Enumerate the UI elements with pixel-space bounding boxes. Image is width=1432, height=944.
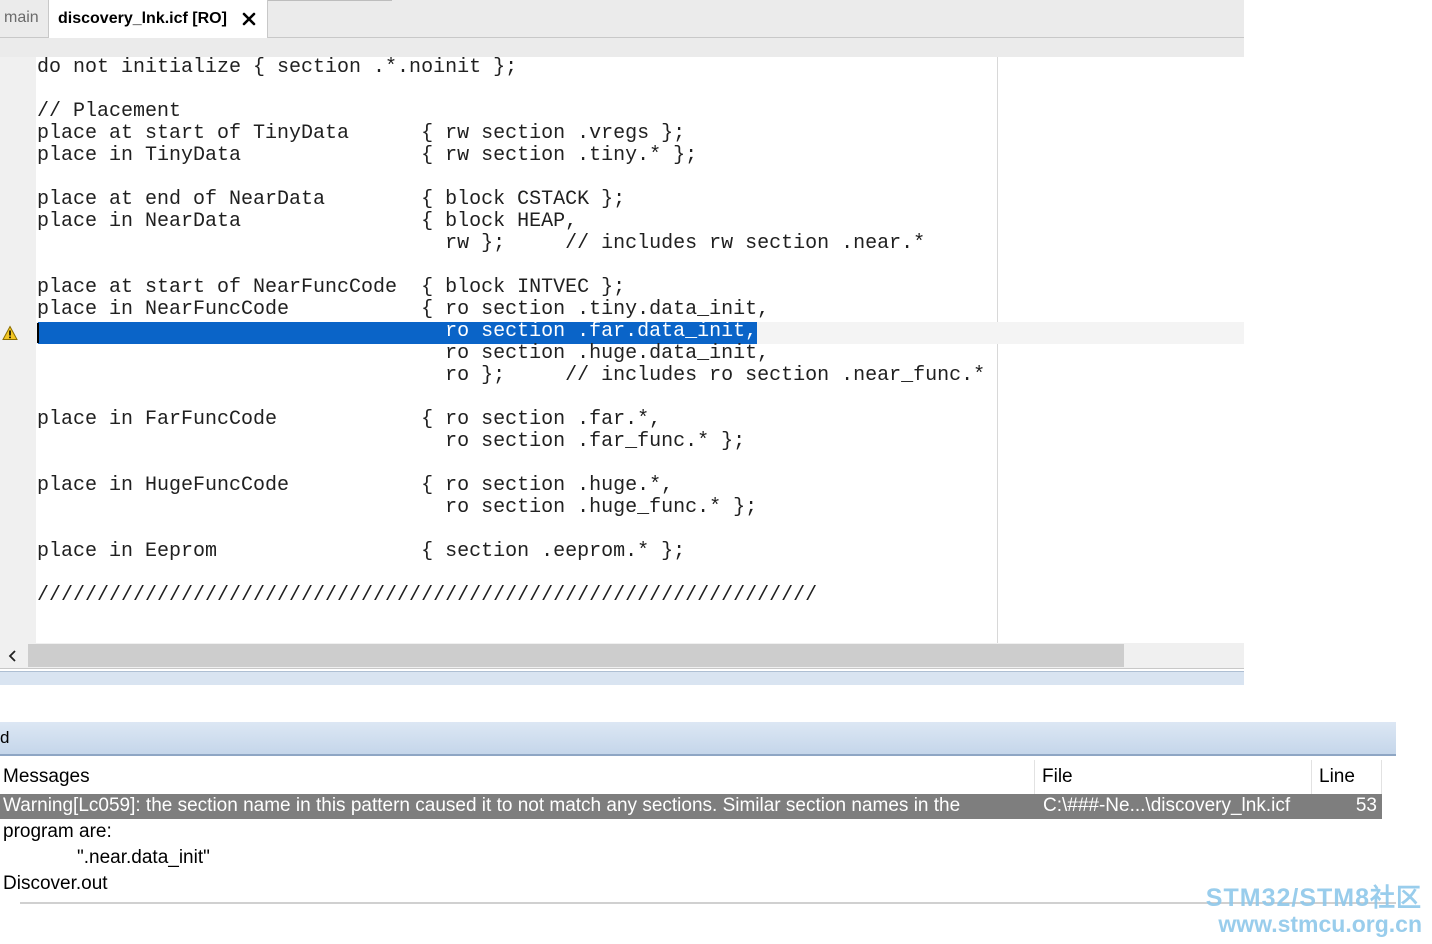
message-file: C:\###-Ne...\discovery_lnk.icf xyxy=(1043,795,1291,816)
code-line[interactable] xyxy=(37,255,985,277)
horizontal-scrollbar[interactable] xyxy=(0,643,1244,669)
code-line[interactable] xyxy=(37,167,985,189)
code-line[interactable] xyxy=(37,453,985,475)
code-line[interactable]: do not initialize { section .*.noinit }; xyxy=(37,57,985,79)
code-line[interactable] xyxy=(37,519,985,541)
panel-header: d xyxy=(0,722,1396,756)
code-line[interactable]: place at end of NearData { block CSTACK … xyxy=(37,189,985,211)
warning-icon[interactable] xyxy=(2,325,18,341)
code-line[interactable]: // Placement xyxy=(37,101,985,123)
code-line[interactable]: place in TinyData { rw section .tiny.* }… xyxy=(37,145,985,167)
code-line[interactable] xyxy=(37,79,985,101)
code-line[interactable]: rw }; // includes rw section .near.* xyxy=(37,233,985,255)
scrollbar-thumb[interactable] xyxy=(28,644,1124,667)
code-line[interactable]: place at start of TinyData { rw section … xyxy=(37,123,985,145)
code-line[interactable]: ro section .huge_func.* }; xyxy=(37,497,985,519)
messages-panel: Messages File Line Warning[Lc059]: the s… xyxy=(0,760,1396,906)
panel-title: d xyxy=(0,728,10,747)
code-line[interactable]: ro }; // includes ro section .near_func.… xyxy=(37,365,985,387)
code-line[interactable] xyxy=(37,563,985,585)
code-editor[interactable]: do not initialize { section .*.noinit };… xyxy=(0,57,1244,643)
code-line[interactable]: ////////////////////////////////////////… xyxy=(37,585,985,607)
message-line-1: Warning[Lc059]: the section name in this… xyxy=(3,795,961,816)
code-lines: do not initialize { section .*.noinit };… xyxy=(37,57,985,607)
watermark-line-1: STM32/STM8社区 xyxy=(1205,884,1422,912)
tab-main[interactable]: main xyxy=(0,0,48,37)
code-line[interactable]: place in NearFuncCode { ro section .tiny… xyxy=(37,299,985,321)
tab-discovery-lnk-icf[interactable]: discovery_lnk.icf [RO] xyxy=(48,0,268,38)
messages-table-header: Messages File Line xyxy=(0,760,1382,795)
right-margin-guide xyxy=(997,57,998,643)
watermark: STM32/STM8社区 www.stmcu.org.cn xyxy=(1206,884,1422,936)
code-line[interactable]: place in Eeprom { section .eeprom.* }; xyxy=(37,541,985,563)
tab-active-label: discovery_lnk.icf [RO] xyxy=(58,10,227,27)
code-line[interactable]: ro section .far.data_init, xyxy=(37,321,985,343)
tab-main-label: main xyxy=(4,9,39,26)
column-line[interactable]: Line xyxy=(1313,760,1382,794)
close-icon[interactable] xyxy=(241,11,257,27)
message-line-2: program are: xyxy=(3,821,112,842)
editor-gutter xyxy=(0,57,36,643)
selected-code-text: ro section .far.data_init, xyxy=(445,320,758,343)
watermark-line-2: www.stmcu.org.cn xyxy=(1218,911,1422,937)
code-line[interactable]: ro section .far_func.* }; xyxy=(37,431,985,453)
code-line[interactable]: place in HugeFuncCode { ro section .huge… xyxy=(37,475,985,497)
code-line[interactable] xyxy=(37,387,985,409)
message-line-4: Discover.out xyxy=(3,873,108,894)
pane-splitter[interactable] xyxy=(0,671,1244,685)
code-line[interactable]: place in NearData { block HEAP, xyxy=(37,211,985,233)
message-line-number: 53 xyxy=(1355,795,1377,816)
column-messages[interactable]: Messages xyxy=(0,760,1035,794)
chevron-left-icon xyxy=(8,649,16,662)
editor-tab-bar: main discovery_lnk.icf [RO] xyxy=(0,0,1244,57)
warning-message[interactable]: Warning[Lc059]: the section name in this… xyxy=(3,793,1033,897)
code-line[interactable]: place in FarFuncCode { ro section .far.*… xyxy=(37,409,985,431)
code-line[interactable]: ro section .huge.data_init, xyxy=(37,343,985,365)
code-line[interactable]: place at start of NearFuncCode { block I… xyxy=(37,277,985,299)
panel-bottom-border xyxy=(20,902,1396,904)
column-file[interactable]: File xyxy=(1036,760,1312,794)
tab-bar-divider xyxy=(268,0,392,1)
message-line-3: ".near.data_init" xyxy=(77,847,210,868)
scroll-left-button[interactable] xyxy=(0,643,26,668)
